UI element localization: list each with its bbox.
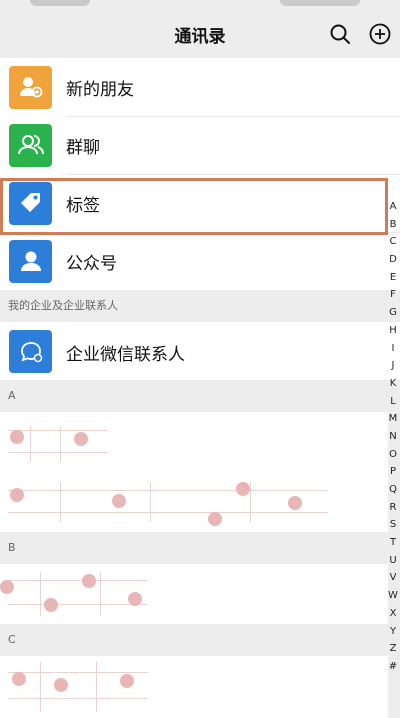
index-letter-d[interactable]: D xyxy=(386,251,400,269)
section-header-a: A xyxy=(0,380,400,412)
new-friends-item[interactable]: 新的朋友 xyxy=(0,58,400,116)
index-letter-i[interactable]: I xyxy=(386,340,400,358)
index-letter-c[interactable]: C xyxy=(386,233,400,251)
alphabet-index-bar[interactable]: A B C D E F G H I J K L M N O P Q R S T U V W X Y Z # xyxy=(386,198,400,676)
new-friends-label: 新的朋友 xyxy=(66,79,134,100)
index-letter-r[interactable]: R xyxy=(386,499,400,517)
index-letter-n[interactable]: N xyxy=(386,428,400,446)
index-letter-m[interactable]: M xyxy=(386,410,400,428)
official-accounts-item[interactable]: 公众号 xyxy=(0,232,400,290)
index-letter-v[interactable]: V xyxy=(386,569,400,587)
index-letter-p[interactable]: P xyxy=(386,463,400,481)
person-icon xyxy=(9,239,52,283)
index-letter-z[interactable]: Z xyxy=(386,640,400,658)
section-header-c: C xyxy=(0,624,400,656)
official-accounts-label: 公众号 xyxy=(66,253,117,274)
contacts-a-blurred xyxy=(0,412,388,532)
enterprise-contacts-label: 企业微信联系人 xyxy=(66,345,185,365)
index-letter-y[interactable]: Y xyxy=(386,623,400,641)
index-letter-l[interactable]: L xyxy=(386,393,400,411)
index-letter-h[interactable]: H xyxy=(386,322,400,340)
enterprise-contacts-item[interactable]: 企业微信联系人 xyxy=(0,322,400,380)
plus-circle-icon[interactable] xyxy=(366,20,394,48)
group-chats-item[interactable]: 群聊 xyxy=(0,116,400,174)
index-letter-k[interactable]: K xyxy=(386,375,400,393)
highlight-box xyxy=(0,178,388,235)
index-letter-u[interactable]: U xyxy=(386,552,400,570)
index-letter-x[interactable]: X xyxy=(386,605,400,623)
enterprise-section-header: 我的企业及企业联系人 xyxy=(0,290,400,322)
search-icon[interactable] xyxy=(326,20,354,48)
contacts-screen: 通讯录 新的朋友 群聊 标签 公众号 我的企业及企业联系人 企业微信联系人 A … xyxy=(0,0,400,718)
contacts-c-blurred xyxy=(0,656,388,718)
index-letter-a[interactable]: A xyxy=(386,198,400,216)
index-letter-q[interactable]: Q xyxy=(386,481,400,499)
index-letter-f[interactable]: F xyxy=(386,286,400,304)
index-letter-j[interactable]: J xyxy=(386,357,400,375)
status-bar xyxy=(0,0,400,10)
nav-bar: 通讯录 xyxy=(0,10,400,58)
index-letter-o[interactable]: O xyxy=(386,446,400,464)
contacts-b-blurred xyxy=(0,564,388,624)
index-letter-s[interactable]: S xyxy=(386,516,400,534)
index-letter-t[interactable]: T xyxy=(386,534,400,552)
index-letter-e[interactable]: E xyxy=(386,269,400,287)
fixed-entries: 新的朋友 群聊 标签 公众号 xyxy=(0,58,400,290)
add-person-icon xyxy=(9,65,52,109)
group-chats-label: 群聊 xyxy=(66,137,100,158)
section-header-b: B xyxy=(0,532,400,564)
group-icon xyxy=(9,123,52,167)
index-letter-g[interactable]: G xyxy=(386,304,400,322)
index-letter-b[interactable]: B xyxy=(386,216,400,234)
chat-bubble-icon xyxy=(9,330,52,373)
index-letter-hash[interactable]: # xyxy=(386,658,400,676)
index-letter-w[interactable]: W xyxy=(386,587,400,605)
